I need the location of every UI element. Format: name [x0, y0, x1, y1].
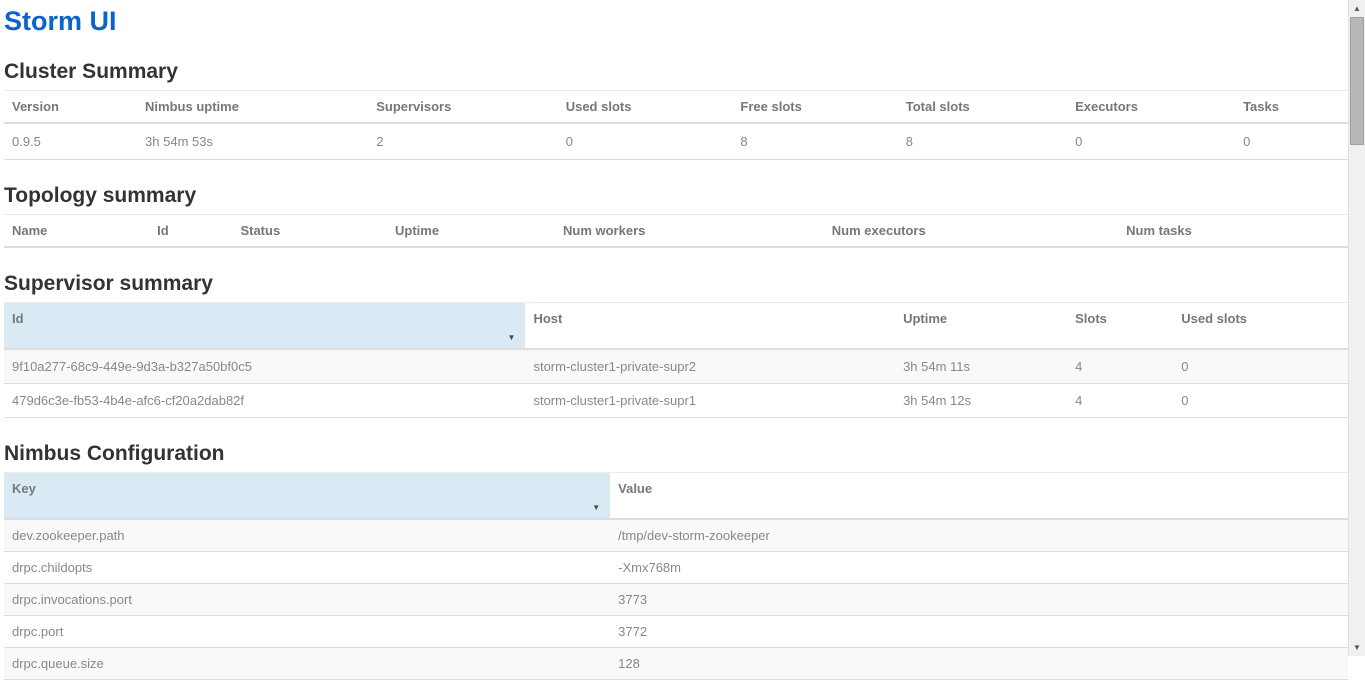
table-row: 0.9.53h 54m 53s208800 — [4, 123, 1348, 160]
sort-desc-icon: ▼ — [508, 334, 516, 342]
table-cell: /tmp/dev-storm-zookeeper — [610, 519, 1348, 552]
column-header-num-executors[interactable]: Num executors — [824, 215, 1118, 248]
supervisor-summary-table: Id▼HostUptimeSlotsUsed slots9f10a277-68c… — [4, 302, 1348, 418]
column-header-status[interactable]: Status — [232, 215, 387, 248]
page-title-link[interactable]: Storm UI — [4, 6, 1348, 36]
nimbus-configuration-heading: Nimbus Configuration — [4, 442, 1348, 465]
column-header-tasks[interactable]: Tasks — [1235, 91, 1348, 124]
table-row: drpc.invocations.port3773 — [4, 584, 1348, 616]
main-content: Storm UI Cluster Summary VersionNimbus u… — [4, 0, 1348, 656]
scrollbar-thumb[interactable] — [1350, 17, 1364, 145]
column-header-supervisors[interactable]: Supervisors — [368, 91, 558, 124]
table-cell: dev.zookeeper.path — [4, 519, 610, 552]
column-header-id[interactable]: Id▼ — [4, 303, 525, 350]
column-header-version[interactable]: Version — [4, 91, 137, 124]
column-header-name[interactable]: Name — [4, 215, 149, 248]
supervisor-summary-heading: Supervisor summary — [4, 272, 1348, 295]
column-header-nimbus-uptime[interactable]: Nimbus uptime — [137, 91, 368, 124]
table-cell: 0.9.5 — [4, 123, 137, 160]
table-cell: 3h 54m 12s — [895, 384, 1067, 418]
topology-summary-heading: Topology summary — [4, 184, 1348, 207]
topology-summary-table: NameIdStatusUptimeNum workersNum executo… — [4, 214, 1348, 248]
table-row: dev.zookeeper.path/tmp/dev-storm-zookeep… — [4, 519, 1348, 552]
column-header-key[interactable]: Key▼ — [4, 473, 610, 520]
column-header-used-slots[interactable]: Used slots — [558, 91, 733, 124]
table-cell: drpc.invocations.port — [4, 584, 610, 616]
table-cell: 2 — [368, 123, 558, 160]
table-cell: storm-cluster1-private-supr1 — [525, 384, 895, 418]
sort-desc-icon: ▼ — [592, 504, 600, 512]
table-row: drpc.port3772 — [4, 616, 1348, 648]
scroll-down-icon[interactable]: ▼ — [1349, 639, 1365, 656]
column-header-value[interactable]: Value — [610, 473, 1348, 520]
table-row: 479d6c3e-fb53-4b4e-afc6-cf20a2dab82fstor… — [4, 384, 1348, 418]
column-header-id[interactable]: Id — [149, 215, 232, 248]
table-cell: 0 — [558, 123, 733, 160]
column-header-free-slots[interactable]: Free slots — [732, 91, 897, 124]
table-cell: 0 — [1173, 384, 1348, 418]
table-cell: 0 — [1173, 349, 1348, 384]
table-cell: 3h 54m 11s — [895, 349, 1067, 384]
column-header-executors[interactable]: Executors — [1067, 91, 1235, 124]
cluster-summary-heading: Cluster Summary — [4, 60, 1348, 83]
table-cell: drpc.childopts — [4, 552, 610, 584]
column-header-uptime[interactable]: Uptime — [895, 303, 1067, 350]
table-cell: 4 — [1067, 349, 1173, 384]
table-row: 9f10a277-68c9-449e-9d3a-b327a50bf0c5stor… — [4, 349, 1348, 384]
column-header-num-workers[interactable]: Num workers — [555, 215, 824, 248]
table-cell: 479d6c3e-fb53-4b4e-afc6-cf20a2dab82f — [4, 384, 525, 418]
table-cell: 3773 — [610, 584, 1348, 616]
column-header-total-slots[interactable]: Total slots — [898, 91, 1067, 124]
table-cell: storm-cluster1-private-supr2 — [525, 349, 895, 384]
nimbus-configuration-table: Key▼Valuedev.zookeeper.path/tmp/dev-stor… — [4, 472, 1348, 680]
table-cell: -Xmx768m — [610, 552, 1348, 584]
table-cell: 4 — [1067, 384, 1173, 418]
table-cell: drpc.queue.size — [4, 648, 610, 680]
vertical-scrollbar[interactable]: ▲ ▼ — [1348, 0, 1365, 656]
column-header-slots[interactable]: Slots — [1067, 303, 1173, 350]
scroll-up-icon[interactable]: ▲ — [1349, 0, 1365, 17]
table-cell: 3h 54m 53s — [137, 123, 368, 160]
table-cell: 0 — [1067, 123, 1235, 160]
table-cell: 8 — [898, 123, 1067, 160]
table-cell: 3772 — [610, 616, 1348, 648]
column-header-used-slots[interactable]: Used slots — [1173, 303, 1348, 350]
table-cell: 9f10a277-68c9-449e-9d3a-b327a50bf0c5 — [4, 349, 525, 384]
table-cell: drpc.port — [4, 616, 610, 648]
column-header-uptime[interactable]: Uptime — [387, 215, 555, 248]
column-header-num-tasks[interactable]: Num tasks — [1118, 215, 1348, 248]
table-row: drpc.queue.size128 — [4, 648, 1348, 680]
cluster-summary-table: VersionNimbus uptimeSupervisorsUsed slot… — [4, 90, 1348, 160]
table-cell: 8 — [732, 123, 897, 160]
column-header-host[interactable]: Host — [525, 303, 895, 350]
table-row: drpc.childopts-Xmx768m — [4, 552, 1348, 584]
table-cell: 0 — [1235, 123, 1348, 160]
table-cell: 128 — [610, 648, 1348, 680]
